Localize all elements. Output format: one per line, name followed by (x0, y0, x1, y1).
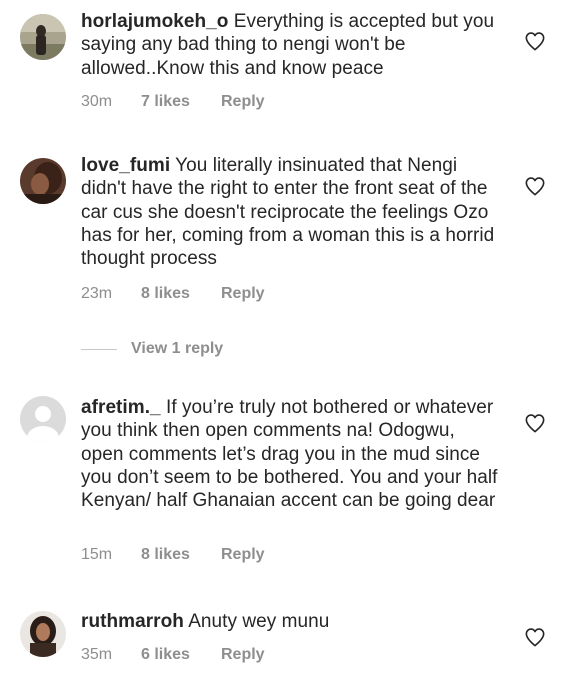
reply-button[interactable]: Reply (221, 646, 265, 664)
comment-likes[interactable]: 8 likes (141, 285, 221, 303)
comment-body: Anuty wey munu (188, 611, 330, 632)
comment-text: ruthmarroh Anuty wey munu (81, 610, 501, 633)
reply-button[interactable]: Reply (221, 546, 265, 564)
view-replies-button[interactable]: View 1 reply (81, 340, 223, 358)
comment-username[interactable]: ruthmarroh (81, 611, 184, 632)
heart-outline-icon[interactable] (524, 627, 546, 647)
comment-meta: 35m 6 likes Reply (81, 646, 265, 664)
comments-feed: horlajumokeh_o Everything is accepted bu… (0, 0, 576, 678)
avatar[interactable] (20, 611, 66, 657)
comment-text: horlajumokeh_o Everything is accepted bu… (81, 10, 501, 80)
heart-outline-icon[interactable] (524, 176, 546, 196)
replies-divider-line (81, 348, 117, 350)
comment-text: love_fumi You literally insinuated that … (81, 154, 501, 270)
comment-text: afretim._ If you’re truly not bothered o… (81, 396, 501, 512)
heart-outline-icon[interactable] (524, 31, 546, 51)
comment-time: 35m (81, 646, 113, 663)
comment-meta: 15m 8 likes Reply (81, 546, 265, 564)
comment-time: 23m (81, 285, 113, 302)
avatar[interactable] (20, 14, 66, 60)
avatar[interactable] (20, 158, 66, 204)
comment-username[interactable]: horlajumokeh_o (81, 11, 228, 32)
comment-meta: 23m 8 likes Reply (81, 285, 265, 303)
comment-time: 15m (81, 546, 113, 563)
reply-button[interactable]: Reply (221, 93, 265, 111)
comment-likes[interactable]: 7 likes (141, 93, 221, 111)
comment-likes[interactable]: 6 likes (141, 646, 221, 664)
view-replies-label: View 1 reply (131, 340, 224, 357)
comment-likes[interactable]: 8 likes (141, 546, 221, 564)
reply-button[interactable]: Reply (221, 285, 265, 303)
comment-username[interactable]: love_fumi (81, 155, 170, 176)
avatar[interactable] (20, 396, 66, 442)
heart-outline-icon[interactable] (524, 413, 546, 433)
comment-username[interactable]: afretim._ (81, 397, 161, 418)
comment-time: 30m (81, 93, 113, 110)
comment-meta: 30m 7 likes Reply (81, 93, 265, 111)
